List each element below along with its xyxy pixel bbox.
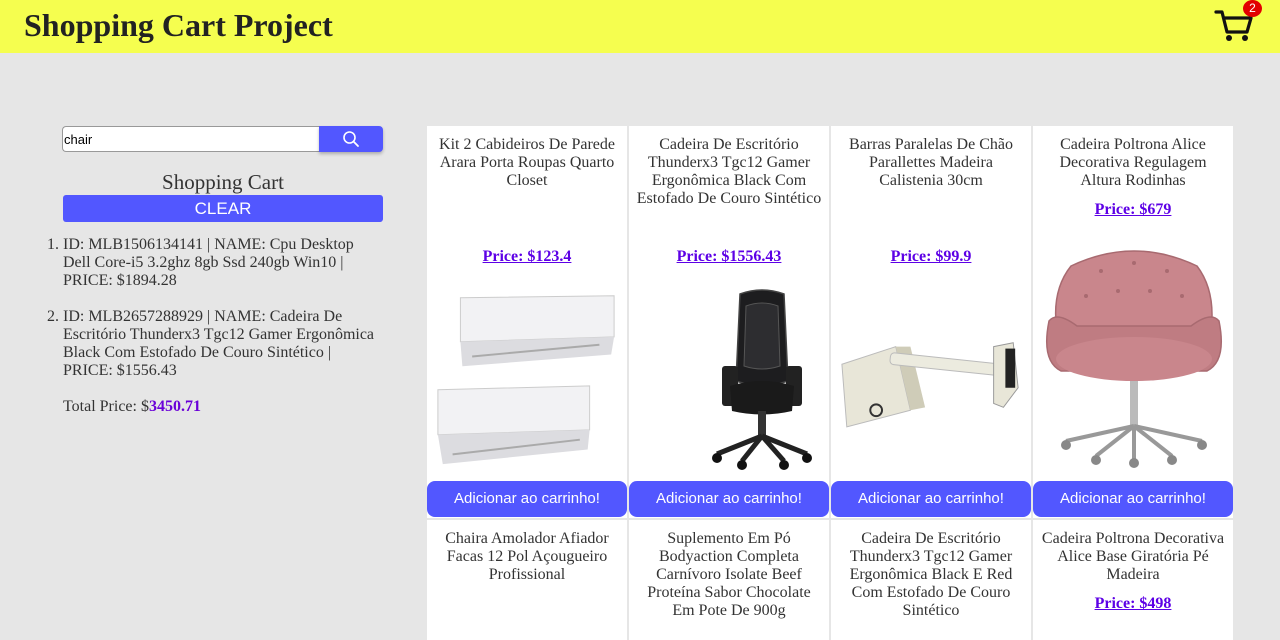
cart-items-list: ID: MLB1506134141 | NAME: Cpu Desktop De…	[45, 236, 383, 398]
add-to-cart-button[interactable]: Adicionar ao carrinho!	[1033, 481, 1233, 517]
product-title: Cadeira Poltrona Alice Decorativa Regula…	[1059, 136, 1207, 189]
product-price[interactable]: Price: $99.9	[831, 248, 1031, 266]
cart-title: Shopping Cart	[162, 170, 284, 194]
product-card: Cadeira De Escritório Thunderx3 Tgc12 Ga…	[831, 520, 1031, 640]
product-title: Chaira Amolador Afiador Facas 12 Pol Aço…	[445, 530, 609, 583]
product-card: Kit 2 Cabideiros De Parede Arara Porta R…	[427, 126, 627, 518]
product-price[interactable]: Price: $498	[1033, 595, 1233, 613]
total-price-label: Total Price: $	[63, 398, 149, 415]
header: Shopping Cart Project	[0, 0, 1280, 53]
clear-cart-button[interactable]: CLEAR	[63, 195, 383, 222]
search-icon	[343, 131, 359, 147]
add-to-cart-button[interactable]: Adicionar ao carrinho!	[427, 481, 627, 517]
product-card: Cadeira De Escritório Thunderx3 Tgc12 Ga…	[629, 126, 829, 518]
product-title: Cadeira Poltrona Decorativa Alice Base G…	[1041, 530, 1225, 583]
product-card: Barras Paralelas De Chão Parallettes Mad…	[831, 126, 1031, 518]
product-card: Chaira Amolador Afiador Facas 12 Pol Aço…	[427, 520, 627, 640]
product-card: Cadeira Poltrona Decorativa Alice Base G…	[1033, 520, 1233, 640]
search-input[interactable]	[62, 126, 320, 152]
cart-item[interactable]: ID: MLB1506134141 | NAME: Cpu Desktop De…	[63, 236, 383, 290]
search-button[interactable]	[319, 126, 383, 152]
add-to-cart-button[interactable]: Adicionar ao carrinho!	[831, 481, 1031, 517]
page-title: Shopping Cart Project	[24, 7, 333, 43]
cart-item[interactable]: ID: MLB2657288929 | NAME: Cadeira De Esc…	[63, 308, 383, 380]
product-title: Cadeira De Escritório Thunderx3 Tgc12 Ga…	[636, 136, 822, 207]
total-price: Total Price: $3450.71	[63, 398, 201, 416]
product-price[interactable]: Price: $679	[1033, 201, 1233, 219]
product-image-pink-armchair	[1046, 250, 1222, 468]
product-card: Cadeira Poltrona Alice Decorativa Regula…	[1033, 126, 1233, 518]
search-bar	[62, 126, 383, 152]
cart-count-badge: 2	[1243, 0, 1262, 17]
product-card: Suplemento Em Pó Bodyaction Completa Car…	[629, 520, 829, 640]
product-image-parallettes	[841, 342, 1019, 428]
product-image-gaming-chair	[712, 289, 812, 470]
total-price-value: 3450.71	[148, 398, 201, 415]
product-price[interactable]: Price: $123.4	[427, 248, 627, 266]
product-image-wall-rack	[437, 295, 615, 465]
product-title: Suplemento Em Pó Bodyaction Completa Car…	[647, 530, 811, 619]
product-title: Cadeira De Escritório Thunderx3 Tgc12 Ga…	[849, 530, 1013, 619]
add-to-cart-button[interactable]: Adicionar ao carrinho!	[629, 481, 829, 517]
product-price[interactable]: Price: $1556.43	[629, 248, 829, 266]
product-title: Kit 2 Cabideiros De Parede Arara Porta R…	[439, 136, 615, 189]
product-title: Barras Paralelas De Chão Parallettes Mad…	[849, 136, 1013, 189]
